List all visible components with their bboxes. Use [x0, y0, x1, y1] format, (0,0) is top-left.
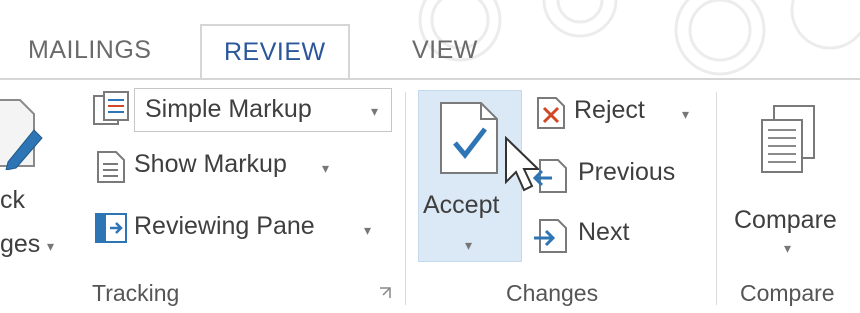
reviewing-pane-dropdown-arrow[interactable]: ▾ [364, 222, 371, 239]
group-separator [716, 92, 717, 305]
reject-button[interactable]: Reject [574, 96, 645, 125]
compare-documents-icon [761, 105, 815, 173]
group-separator [405, 92, 406, 305]
display-for-review-icon [93, 91, 129, 125]
track-changes-label-line1[interactable]: ck [0, 186, 25, 215]
show-markup-dropdown-arrow[interactable]: ▾ [322, 160, 329, 177]
previous-change-icon [532, 159, 567, 193]
chevron-down-icon: ▾ [371, 103, 379, 119]
tab-strip-divider [0, 78, 860, 80]
markup-display-select[interactable]: Simple Markup ▾ [134, 88, 392, 132]
changes-group-label: Changes [506, 280, 599, 306]
reviewing-pane-button[interactable]: Reviewing Pane [134, 212, 315, 241]
compare-label: Compare [734, 206, 837, 234]
compare-group-label: Compare [740, 280, 835, 306]
reject-icon [537, 97, 565, 129]
accept-dropdown-arrow[interactable]: ▾ [465, 237, 472, 254]
reviewing-pane-icon [95, 213, 127, 243]
markup-display-value: Simple Markup [145, 95, 312, 123]
tracking-group-label: Tracking [92, 280, 180, 306]
show-markup-button[interactable]: Show Markup [134, 150, 287, 179]
tab-view[interactable]: VIEW [412, 24, 478, 80]
next-button[interactable]: Next [578, 218, 629, 247]
accept-document-icon [440, 102, 498, 174]
tab-mailings[interactable]: MAILINGS [28, 24, 151, 80]
track-changes-label-line2[interactable]: ges [0, 230, 40, 259]
dialog-launcher-icon[interactable] [378, 286, 394, 302]
previous-button[interactable]: Previous [578, 158, 675, 187]
accept-label: Accept [423, 191, 500, 219]
track-changes-icon[interactable] [0, 96, 44, 170]
next-change-icon [534, 219, 567, 253]
reject-dropdown-arrow[interactable]: ▾ [682, 106, 689, 123]
tab-review[interactable]: REVIEW [200, 24, 350, 80]
ribbon-tab-strip: MAILINGS REVIEW VIEW [0, 0, 860, 80]
show-markup-icon [97, 151, 125, 183]
track-changes-dropdown-arrow[interactable]: ▾ [47, 238, 54, 255]
compare-dropdown-arrow[interactable]: ▾ [784, 240, 791, 257]
